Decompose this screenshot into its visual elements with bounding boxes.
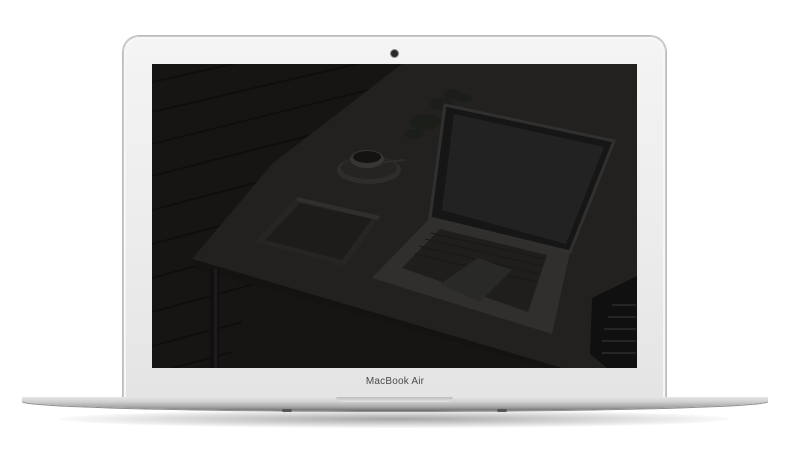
wallpaper-photo bbox=[152, 64, 637, 368]
laptop-foot-right bbox=[497, 409, 507, 412]
device-mockup: MacBook Air bbox=[0, 0, 790, 473]
laptop-foot-left bbox=[282, 409, 292, 412]
dim-overlay bbox=[152, 64, 637, 368]
webcam-icon bbox=[391, 50, 398, 57]
device-shadow bbox=[60, 410, 730, 428]
laptop-screen bbox=[152, 64, 637, 368]
model-label: MacBook Air bbox=[365, 376, 425, 387]
hinge-notch bbox=[336, 397, 453, 402]
